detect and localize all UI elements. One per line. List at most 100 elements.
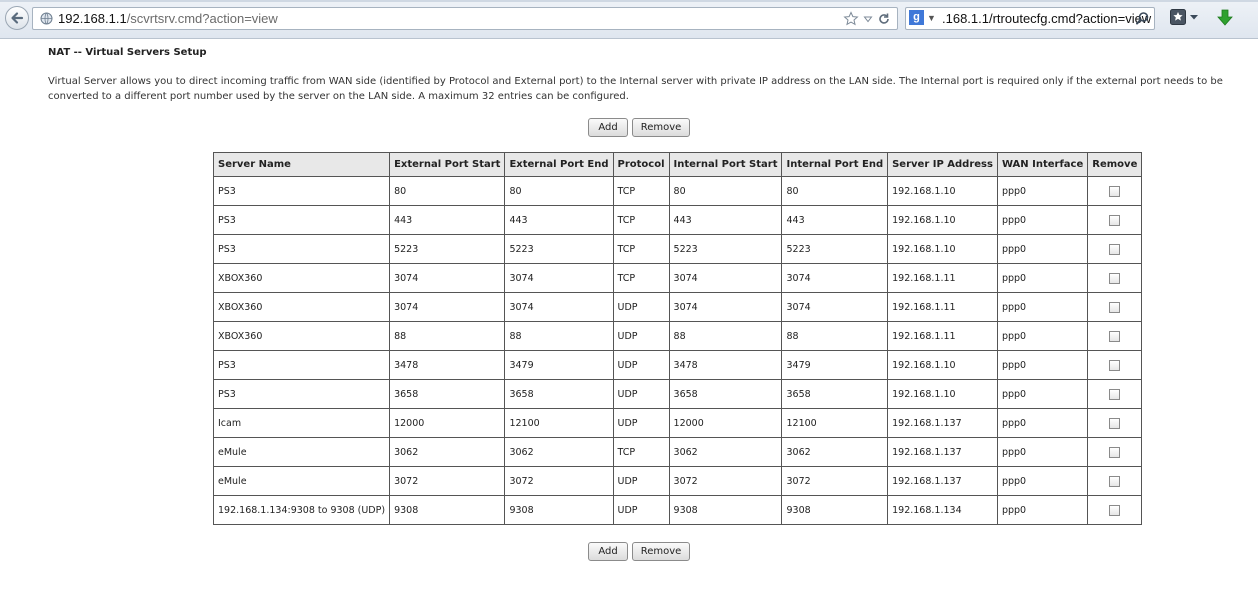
search-text[interactable]: .168.1.1/rtroutecfg.cmd?action=view <box>942 8 1151 29</box>
cell-server-ip: 192.168.1.134 <box>887 495 998 525</box>
reload-icon[interactable] <box>877 12 891 26</box>
remove-checkbox[interactable] <box>1109 504 1121 516</box>
cell-server-ip: 192.168.1.10 <box>887 234 998 264</box>
cell-internal-port-start: 3478 <box>668 350 783 380</box>
bookmark-star-icon[interactable] <box>843 11 859 27</box>
column-header-server-ip: Server IP Address <box>887 152 998 177</box>
cell-external-port-end: 5223 <box>504 234 614 264</box>
cell-remove <box>1087 263 1143 293</box>
cell-wan-interface: ppp0 <box>996 321 1089 351</box>
history-dropdown-icon[interactable] <box>863 14 873 24</box>
table-body: PS3 80 80 TCP 80 80 192.168.1.10 ppp0 PS3 443 443 T… <box>212 176 1143 525</box>
site-identity-icon[interactable] <box>40 12 53 25</box>
cell-wan-interface: ppp0 <box>996 263 1089 293</box>
column-header-server-name: Server Name <box>212 152 391 177</box>
add-button[interactable]: Add <box>588 542 628 561</box>
remove-checkbox[interactable] <box>1109 243 1121 255</box>
remove-checkbox[interactable] <box>1109 417 1121 429</box>
cell-remove <box>1087 176 1143 206</box>
cell-remove <box>1087 408 1143 438</box>
cell-internal-port-end: 3062 <box>781 437 889 467</box>
table-row: PS3 3478 3479 UDP 3478 3479 192.168.1.10 ppp0 <box>212 350 1143 380</box>
address-text[interactable]: 192.168.1.1/scvrtsrv.cmd?action=view <box>58 8 278 29</box>
table-row: 192.168.1.134:9308 to 9308 (UDP) 9308 9308… <box>212 495 1143 525</box>
address-bar[interactable]: 192.168.1.1/scvrtsrv.cmd?action=view <box>32 7 898 30</box>
search-bar[interactable]: g ▼ .168.1.1/rtroutecfg.cmd?action=view <box>905 7 1155 30</box>
column-header-internal-port-end: Internal Port End <box>781 152 889 177</box>
remove-checkbox[interactable] <box>1109 475 1121 487</box>
remove-checkbox[interactable] <box>1109 446 1121 458</box>
cell-wan-interface: ppp0 <box>996 176 1089 206</box>
cell-server-name: XBOX360 <box>212 292 391 322</box>
cell-internal-port-start: 88 <box>668 321 783 351</box>
table-row: PS3 443 443 TCP 443 443 192.168.1.10 ppp0 <box>212 205 1143 235</box>
column-header-external-port-start: External Port Start <box>389 152 506 177</box>
cell-external-port-start: 3478 <box>389 350 506 380</box>
cell-external-port-end: 9308 <box>504 495 614 525</box>
cell-remove <box>1087 205 1143 235</box>
remove-checkbox[interactable] <box>1109 272 1121 284</box>
cell-external-port-end: 12100 <box>504 408 614 438</box>
table-header-row: Server Name External Port Start External… <box>212 152 1143 177</box>
back-button[interactable] <box>5 6 29 30</box>
cell-internal-port-end: 80 <box>781 176 889 206</box>
cell-external-port-start: 3658 <box>389 379 506 409</box>
cell-external-port-start: 3062 <box>389 437 506 467</box>
cell-wan-interface: ppp0 <box>996 437 1089 467</box>
cell-internal-port-start: 9308 <box>668 495 783 525</box>
cell-server-name: PS3 <box>212 176 391 206</box>
cell-remove <box>1087 495 1143 525</box>
cell-internal-port-end: 3074 <box>781 292 889 322</box>
cell-wan-interface: ppp0 <box>996 466 1089 496</box>
search-icon[interactable] <box>1135 11 1150 26</box>
cell-external-port-end: 3479 <box>504 350 614 380</box>
cell-internal-port-start: 80 <box>668 176 783 206</box>
cell-internal-port-end: 443 <box>781 205 889 235</box>
remove-checkbox[interactable] <box>1109 214 1121 226</box>
cell-server-name: XBOX360 <box>212 263 391 293</box>
cell-internal-port-end: 3072 <box>781 466 889 496</box>
search-engine-dropdown-icon[interactable]: ▼ <box>927 8 936 29</box>
cell-external-port-end: 3062 <box>504 437 614 467</box>
cell-wan-interface: ppp0 <box>996 379 1089 409</box>
browser-toolbar: 192.168.1.1/scvrtsrv.cmd?action=view g ▼… <box>0 0 1258 39</box>
google-g-icon[interactable]: g <box>909 10 924 25</box>
remove-checkbox[interactable] <box>1109 185 1121 197</box>
page-title: NAT -- Virtual Servers Setup <box>48 47 207 58</box>
bottom-button-row: Add Remove <box>588 542 690 561</box>
cell-external-port-end: 3074 <box>504 263 614 293</box>
cell-internal-port-end: 12100 <box>781 408 889 438</box>
cell-remove <box>1087 379 1143 409</box>
remove-checkbox[interactable] <box>1109 359 1121 371</box>
url-path: /scvrtsrv.cmd?action=view <box>126 11 278 26</box>
cell-protocol: TCP <box>612 176 670 206</box>
cell-server-name: PS3 <box>212 205 391 235</box>
column-header-protocol: Protocol <box>612 152 670 177</box>
remove-button[interactable]: Remove <box>632 118 690 137</box>
chevron-down-icon <box>1190 15 1198 20</box>
table-row: eMule 3072 3072 UDP 3072 3072 192.168.1.137 ppp… <box>212 466 1143 496</box>
cell-server-name: eMule <box>212 437 391 467</box>
bookmarks-menu-button[interactable] <box>1170 9 1198 25</box>
cell-wan-interface: ppp0 <box>996 408 1089 438</box>
cell-internal-port-start: 5223 <box>668 234 783 264</box>
cell-server-name: PS3 <box>212 350 391 380</box>
remove-checkbox[interactable] <box>1109 301 1121 313</box>
table-row: PS3 80 80 TCP 80 80 192.168.1.10 ppp0 <box>212 176 1143 206</box>
cell-external-port-end: 3074 <box>504 292 614 322</box>
cell-internal-port-start: 12000 <box>668 408 783 438</box>
table-row: XBOX360 88 88 UDP 88 88 192.168.1.11 ppp0 <box>212 321 1143 351</box>
remove-checkbox[interactable] <box>1109 388 1121 400</box>
cell-remove <box>1087 321 1143 351</box>
cell-protocol: UDP <box>612 379 670 409</box>
cell-internal-port-end: 3074 <box>781 263 889 293</box>
cell-server-ip: 192.168.1.10 <box>887 205 998 235</box>
remove-checkbox[interactable] <box>1109 330 1121 342</box>
cell-internal-port-end: 3479 <box>781 350 889 380</box>
downloads-button[interactable] <box>1217 9 1233 31</box>
cell-server-ip: 192.168.1.11 <box>887 321 998 351</box>
cell-server-name: Icam <box>212 408 391 438</box>
cell-external-port-start: 12000 <box>389 408 506 438</box>
remove-button[interactable]: Remove <box>632 542 690 561</box>
add-button[interactable]: Add <box>588 118 628 137</box>
